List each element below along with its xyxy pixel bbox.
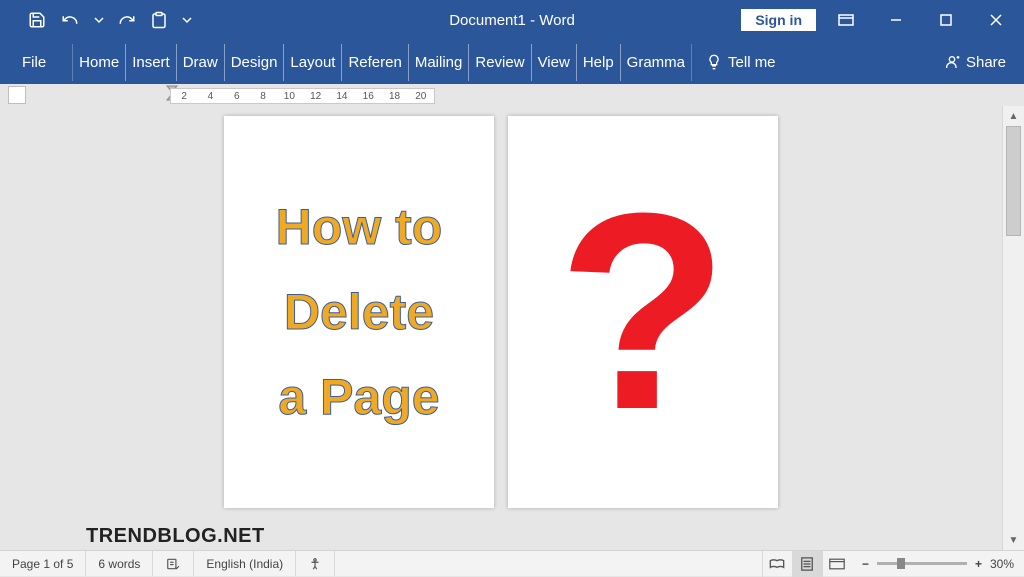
tab-mailings[interactable]: Mailing: [408, 44, 470, 81]
accessibility-icon: [308, 557, 322, 571]
zoom-level[interactable]: 30%: [990, 557, 1014, 571]
scroll-down-icon[interactable]: ▼: [1003, 530, 1024, 550]
tab-references[interactable]: Referen: [341, 44, 408, 81]
ribbon-tabs: File Home Insert Draw Design Layout Refe…: [0, 40, 1024, 84]
status-language[interactable]: English (India): [194, 551, 296, 576]
horizontal-ruler[interactable]: 2 4 6 8 10 12 14 16 18 20: [170, 88, 435, 104]
title-bar: Document1 - Word Sign in: [0, 0, 1024, 40]
zoom-out-button[interactable]: −: [862, 557, 869, 571]
save-icon[interactable]: [28, 11, 46, 29]
redo-icon[interactable]: [118, 11, 136, 29]
scroll-thumb[interactable]: [1006, 126, 1021, 236]
status-word-count[interactable]: 6 words: [86, 551, 153, 576]
minimize-button[interactable]: [876, 0, 916, 40]
tab-design[interactable]: Design: [224, 44, 285, 81]
status-accessibility[interactable]: [296, 551, 335, 576]
share-icon: [944, 54, 960, 70]
chevron-down-icon[interactable]: [182, 15, 192, 25]
tab-draw[interactable]: Draw: [176, 44, 225, 81]
zoom-thumb[interactable]: [897, 558, 905, 569]
question-mark-graphic: ?: [557, 172, 728, 452]
undo-icon[interactable]: [60, 11, 80, 29]
share-button[interactable]: Share: [930, 54, 1020, 71]
ribbon-display-icon[interactable]: [826, 0, 866, 40]
page-1[interactable]: How to Delete a Page: [224, 116, 494, 508]
web-layout-icon: [829, 558, 845, 570]
zoom-control: − + 30%: [852, 557, 1024, 571]
quick-access-toolbar: [0, 11, 192, 29]
sign-in-button[interactable]: Sign in: [741, 9, 816, 31]
lightbulb-icon: [706, 54, 722, 70]
clipboard-icon[interactable]: [150, 11, 168, 29]
ruler-row: 2 4 6 8 10 12 14 16 18 20: [0, 84, 1024, 106]
tab-insert[interactable]: Insert: [125, 44, 177, 81]
tab-view[interactable]: View: [531, 44, 577, 81]
view-web-layout[interactable]: [822, 551, 852, 577]
print-layout-icon: [800, 557, 814, 571]
status-spellcheck[interactable]: [153, 551, 194, 576]
tab-file[interactable]: File: [4, 44, 64, 81]
close-button[interactable]: [976, 0, 1016, 40]
tell-me-label: Tell me: [728, 54, 776, 71]
tab-home[interactable]: Home: [72, 44, 126, 81]
view-switcher: − + 30%: [762, 551, 1024, 577]
scroll-up-icon[interactable]: ▲: [1003, 106, 1024, 126]
chevron-down-icon[interactable]: [94, 15, 104, 25]
tab-review[interactable]: Review: [468, 44, 531, 81]
watermark-text: TRENDBLOG.NET: [86, 525, 265, 548]
tab-selector[interactable]: [8, 86, 26, 104]
page-2[interactable]: ?: [508, 116, 778, 508]
zoom-slider[interactable]: [877, 562, 967, 565]
vertical-scrollbar[interactable]: ▲ ▼: [1002, 106, 1024, 550]
page-1-text[interactable]: How to Delete a Page: [276, 185, 443, 440]
window-title: Document1 - Word: [449, 12, 575, 29]
read-mode-icon: [769, 558, 785, 570]
spellcheck-icon: [165, 557, 181, 571]
tab-layout[interactable]: Layout: [283, 44, 342, 81]
share-label: Share: [966, 54, 1006, 71]
zoom-in-button[interactable]: +: [975, 557, 982, 571]
tab-help[interactable]: Help: [576, 44, 621, 81]
title-bar-right: Sign in: [741, 0, 1024, 40]
tell-me-search[interactable]: Tell me: [692, 54, 790, 71]
view-read-mode[interactable]: [762, 551, 792, 577]
view-print-layout[interactable]: [792, 551, 822, 577]
status-page[interactable]: Page 1 of 5: [0, 551, 86, 576]
maximize-button[interactable]: [926, 0, 966, 40]
tab-grammar[interactable]: Gramma: [620, 44, 692, 81]
status-bar: Page 1 of 5 6 words English (India) − + …: [0, 550, 1024, 576]
document-workspace[interactable]: How to Delete a Page ?: [0, 106, 1002, 550]
